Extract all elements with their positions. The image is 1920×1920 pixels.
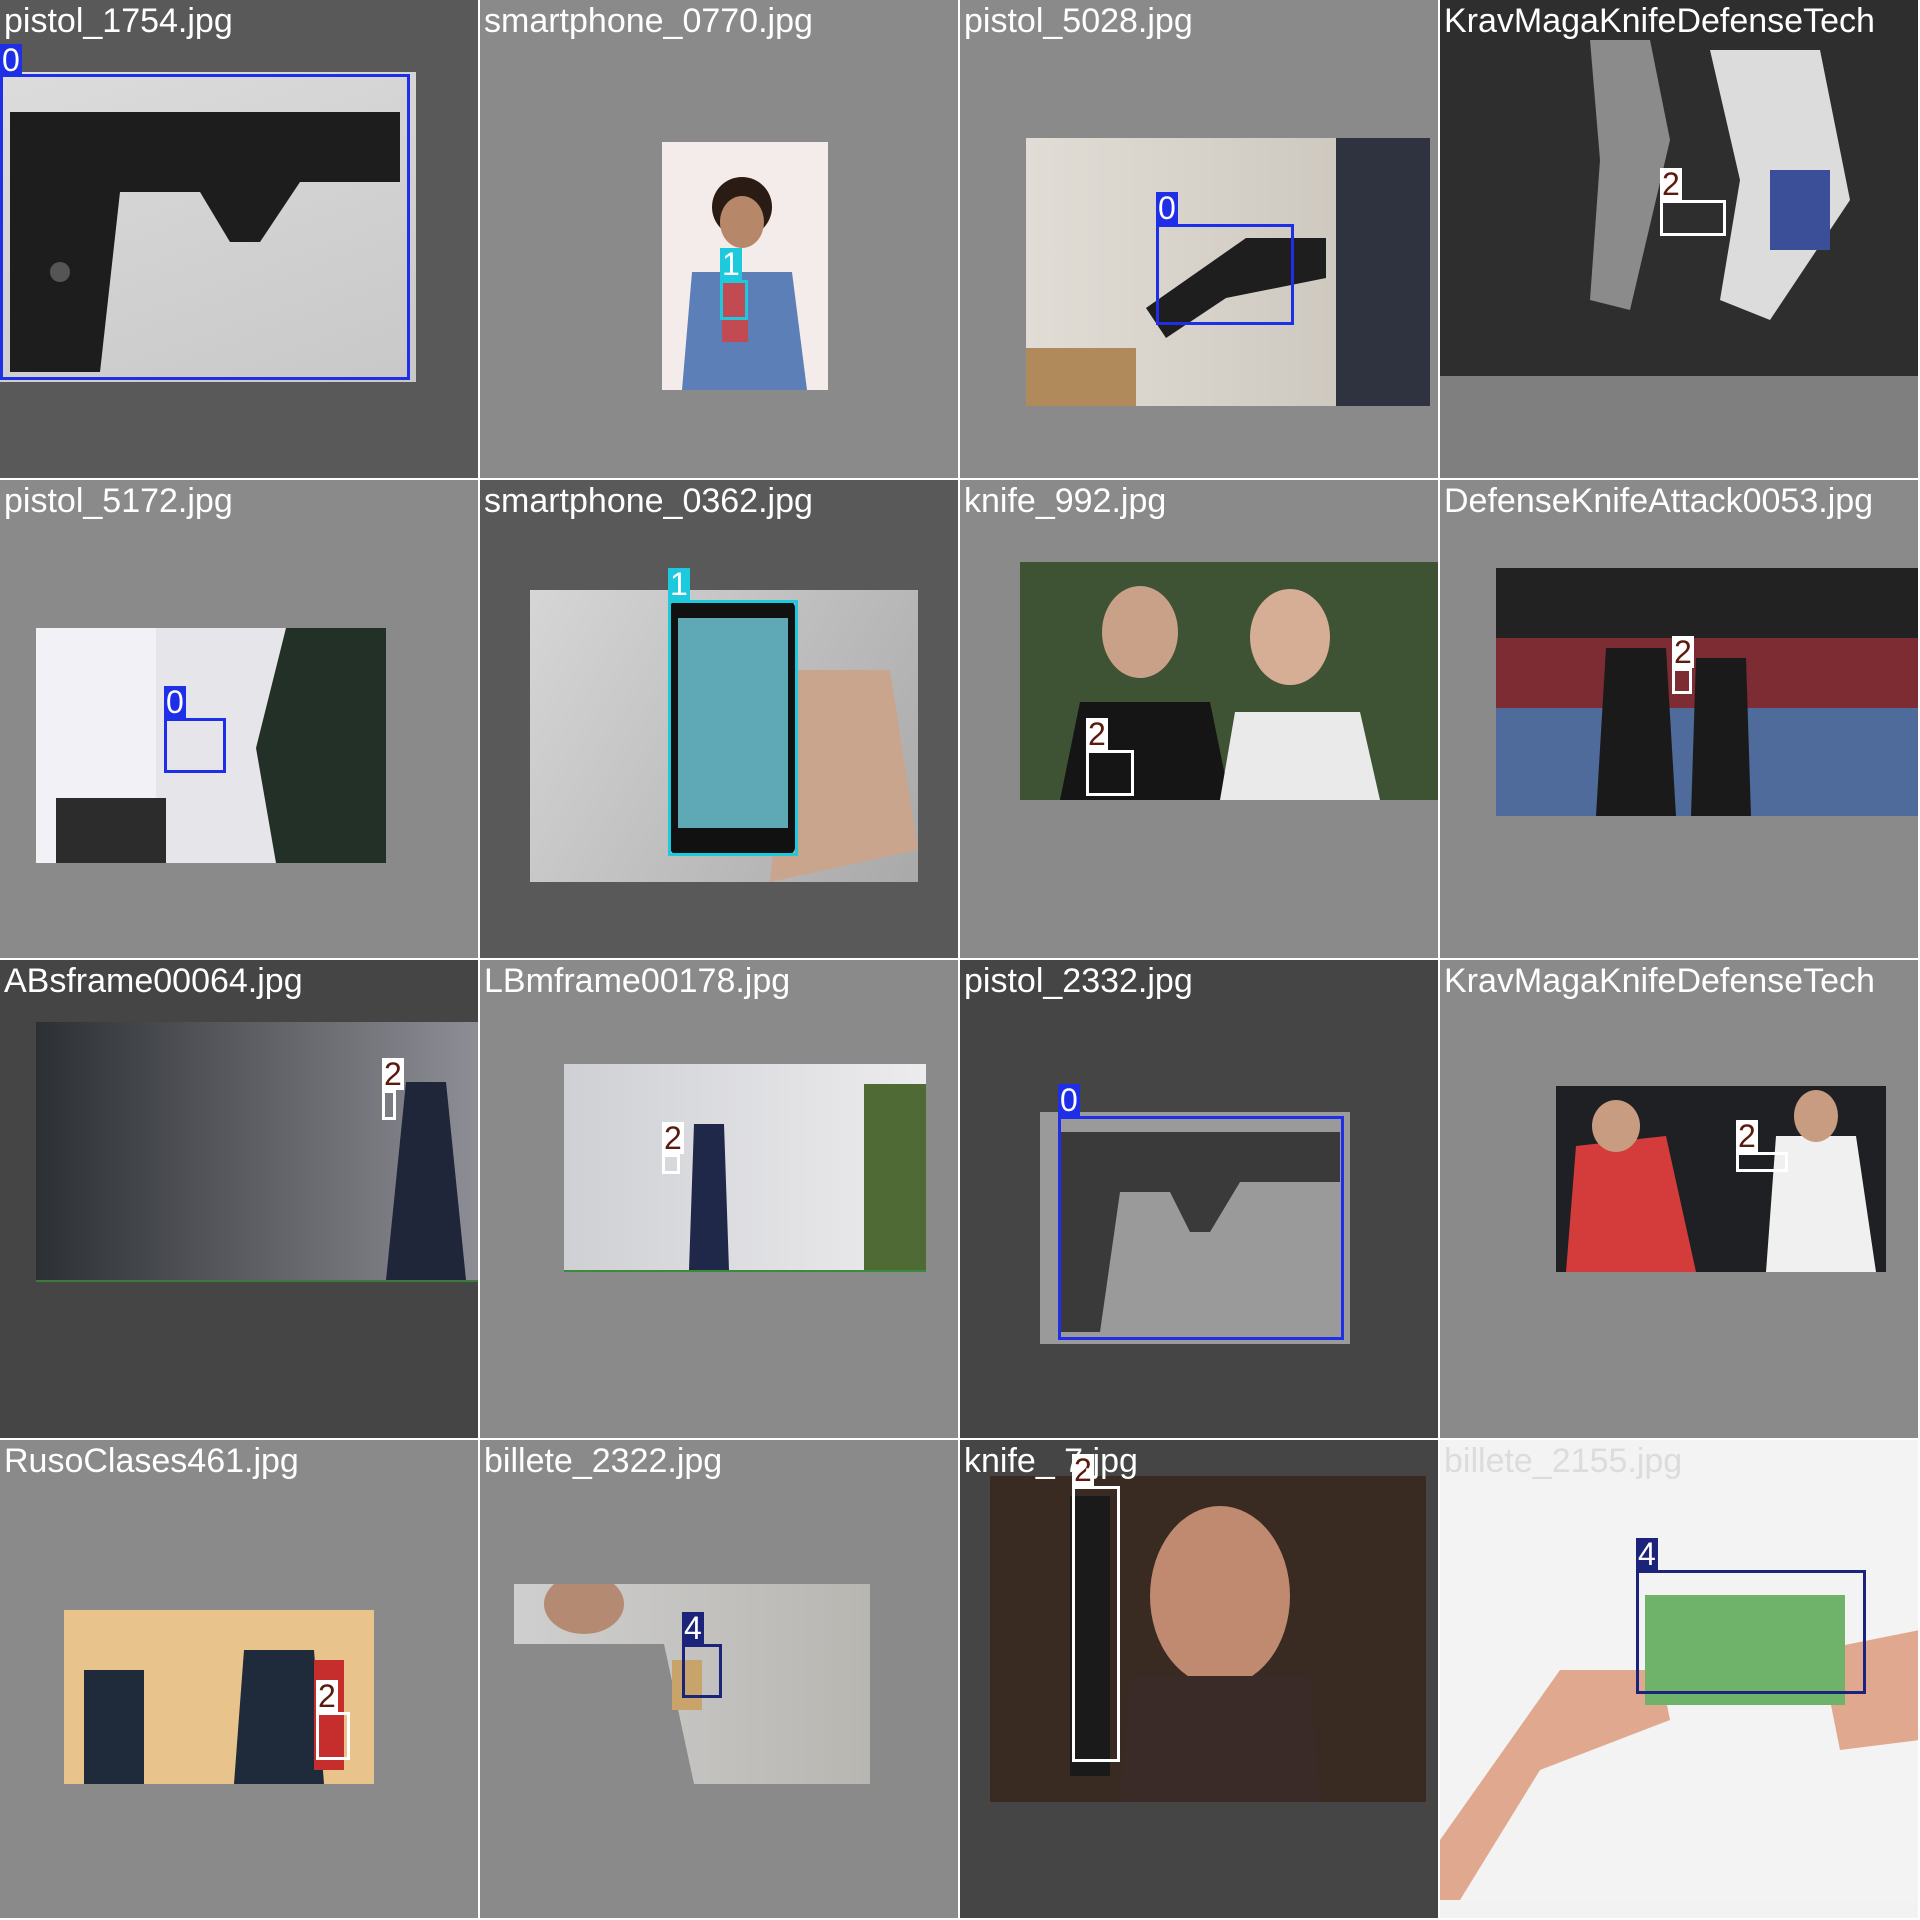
detection-box: [1058, 1116, 1344, 1340]
detection-box: [720, 280, 748, 320]
tile-13: 2 RusoClases461.jpg: [0, 1440, 480, 1920]
detection-box: [1156, 224, 1294, 325]
tile-image: [990, 1476, 1426, 1802]
detection-box: [682, 1644, 722, 1698]
tile-filename: knife_ 7.jpg: [964, 1442, 1138, 1480]
class-label: 4: [682, 1610, 704, 1646]
tile-image: [1556, 1086, 1886, 1272]
class-label: 2: [316, 1678, 338, 1714]
class-label: 0: [164, 684, 186, 720]
class-label: 1: [720, 246, 742, 282]
class-label: 2: [1672, 634, 1694, 670]
tile-filename: pistol_5172.jpg: [4, 482, 233, 520]
detection-box: [0, 74, 410, 380]
mosaic-grid: 0 pistol_1754.jpg 1 smartphone_0770.jpg …: [0, 0, 1920, 1920]
class-label: 0: [1156, 190, 1178, 226]
tile-16: 4 billete_2155.jpg: [1440, 1440, 1920, 1920]
detection-box: [164, 718, 226, 773]
tile-image: [564, 1064, 926, 1272]
tile-9: 2 ABsframe00064.jpg: [0, 960, 480, 1440]
detection-box: [1660, 200, 1726, 236]
detection-box: [382, 1090, 396, 1120]
class-label: 2: [1086, 716, 1108, 752]
tile-5: 0 pistol_5172.jpg: [0, 480, 480, 960]
scene-illustration: [386, 1082, 466, 1280]
tile-filename: pistol_1754.jpg: [4, 2, 233, 40]
detection-box: [668, 600, 798, 856]
detection-box: [662, 1154, 680, 1174]
tile-filename: ABsframe00064.jpg: [4, 962, 303, 1000]
person-illustration: [1070, 1496, 1320, 1802]
class-label: 2: [1660, 166, 1682, 202]
tile-15: 2 knife_ 7.jpg: [960, 1440, 1440, 1920]
class-label: 1: [668, 566, 690, 602]
tile-10: 2 LBmframe00178.jpg: [480, 960, 960, 1440]
detection-box: [1636, 1570, 1866, 1694]
tile-filename: smartphone_0770.jpg: [484, 2, 813, 40]
tile-image: [36, 1022, 478, 1282]
tile-filename: knife_992.jpg: [964, 482, 1167, 520]
tile-11: 0 pistol_2332.jpg: [960, 960, 1440, 1440]
tile-filename: KravMagaKnifeDefenseTech: [1444, 2, 1875, 40]
person-illustration: [682, 177, 807, 390]
tile-filename: billete_2322.jpg: [484, 1442, 723, 1480]
tile-7: 2 knife_992.jpg: [960, 480, 1440, 960]
tile-image: [662, 142, 828, 390]
class-label: 2: [382, 1056, 404, 1092]
detection-box: [1672, 668, 1692, 694]
tile-6: 1 smartphone_0362.jpg: [480, 480, 960, 960]
tile-filename: LBmframe00178.jpg: [484, 962, 791, 1000]
tile-12: 2 KravMagaKnifeDefenseTech: [1440, 960, 1920, 1440]
class-label: 0: [1058, 1082, 1080, 1118]
tile-filename: KravMagaKnifeDefenseTech: [1444, 962, 1875, 1000]
people-illustration: [1566, 1090, 1876, 1272]
class-label: 2: [1736, 1118, 1758, 1154]
tile-filename: DefenseKnifeAttack0053.jpg: [1444, 482, 1874, 520]
tile-3: 0 pistol_5028.jpg: [960, 0, 1440, 480]
detection-box: [1736, 1152, 1788, 1172]
tile-filename: billete_2155.jpg: [1444, 1442, 1683, 1480]
tile-image: [1020, 562, 1438, 800]
tile-image: [1496, 568, 1918, 816]
tile-filename: smartphone_0362.jpg: [484, 482, 813, 520]
class-label: 4: [1636, 1536, 1658, 1572]
detection-box: [1086, 750, 1134, 796]
tile-1: 0 pistol_1754.jpg: [0, 0, 480, 480]
tile-filename: pistol_2332.jpg: [964, 962, 1193, 1000]
tile-4: 2 KravMagaKnifeDefenseTech: [1440, 0, 1920, 480]
tile-2: 1 smartphone_0770.jpg: [480, 0, 960, 480]
gym-illustration: [1496, 568, 1918, 816]
detection-box: [316, 1712, 350, 1760]
tile-8: 2 DefenseKnifeAttack0053.jpg: [1440, 480, 1920, 960]
class-label: 0: [0, 42, 22, 78]
detection-box: [1072, 1486, 1120, 1762]
people-illustration: [1060, 586, 1380, 800]
tile-filename: pistol_5028.jpg: [964, 2, 1193, 40]
tile-filename: RusoClases461.jpg: [4, 1442, 299, 1480]
scene-illustration: [689, 1084, 926, 1270]
tile-14: 4 billete_2322.jpg: [480, 1440, 960, 1920]
class-label: 2: [662, 1120, 684, 1156]
